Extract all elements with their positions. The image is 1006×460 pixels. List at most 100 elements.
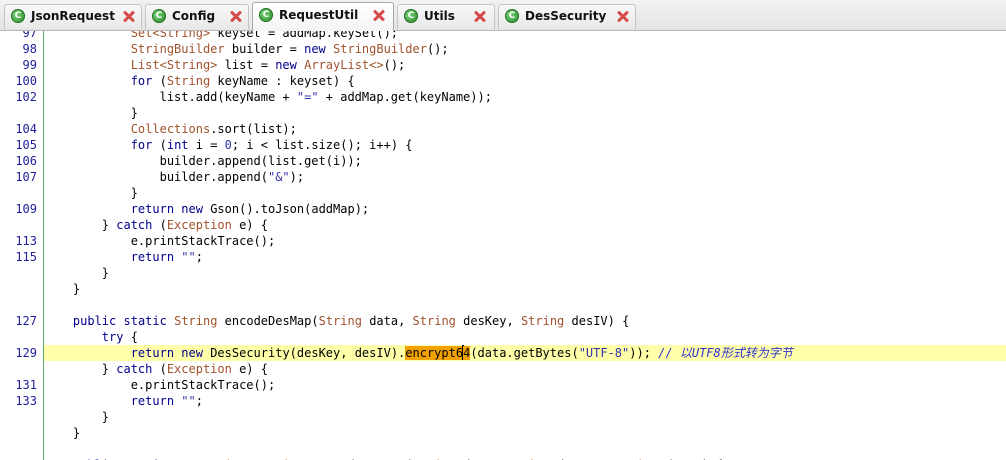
code-line[interactable]: } [44, 105, 1006, 121]
code-token: String [412, 314, 456, 328]
tab-jsonrequest[interactable]: JsonRequest [4, 4, 142, 29]
line-number [0, 105, 37, 121]
close-icon[interactable] [371, 7, 387, 23]
code-line[interactable]: } [44, 281, 1006, 297]
code-token: } [44, 218, 117, 232]
line-number: 129 [15, 346, 37, 360]
close-icon[interactable] [228, 8, 244, 24]
line-number [0, 265, 37, 281]
code-token: builder = [224, 42, 305, 56]
code-token: new [304, 42, 326, 56]
line-number: 106 [15, 154, 37, 168]
close-icon[interactable] [121, 8, 137, 24]
code-token: "&" [267, 170, 290, 184]
java-class-icon [505, 9, 519, 23]
code-token: ); [289, 170, 305, 184]
code-line[interactable]: } [44, 425, 1006, 441]
close-icon[interactable] [615, 8, 631, 24]
code-token: String [520, 314, 565, 328]
code-token: new [181, 346, 203, 360]
code-line[interactable] [44, 441, 1006, 457]
code-token: ; i < list.size(); i++) { [231, 138, 413, 152]
code-token: (data.getBytes( [470, 346, 579, 360]
code-token: for [130, 74, 153, 88]
code-line[interactable]: return ""; [44, 393, 1006, 409]
code-text-area[interactable]: Set<String> keyset = addMap.keySet(); St… [44, 31, 1006, 460]
tab-config[interactable]: Config [145, 4, 249, 29]
code-line[interactable]: } catch (Exception e) { [44, 361, 1006, 377]
code-token: (); [426, 42, 449, 56]
code-line[interactable]: public static String encodeDesMap(String… [44, 313, 1006, 329]
code-token: static [123, 314, 167, 328]
code-token: encodeDesMap( [217, 314, 319, 328]
code-line[interactable]: } [44, 185, 1006, 201]
code-token: return [130, 202, 175, 216]
code-line[interactable]: } [44, 409, 1006, 425]
code-line[interactable]: e.printStackTrace(); [44, 233, 1006, 249]
code-token: (); [383, 58, 406, 72]
line-number: 109 [15, 202, 37, 216]
code-token: e.printStackTrace(); [44, 378, 276, 392]
code-line[interactable]: builder.append("&"); [44, 169, 1006, 185]
line-number [0, 441, 37, 457]
code-token: } [44, 186, 138, 200]
code-line[interactable]: for (String keyName : keyset) { [44, 73, 1006, 89]
close-icon[interactable] [472, 8, 488, 24]
code-line[interactable]: builder.append(list.get(i)); [44, 153, 1006, 169]
code-token: e) { [231, 218, 268, 232]
code-line[interactable]: Set<String> keyset = addMap.keySet(); [44, 31, 1006, 41]
tab-label: Config [172, 9, 216, 23]
tab-utils[interactable]: Utils [397, 4, 495, 29]
code-token: data, [361, 314, 413, 328]
code-token: String [174, 314, 218, 328]
code-line[interactable]: try { [44, 329, 1006, 345]
code-line[interactable]: for (int i = 0; i < list.size(); i++) { [44, 137, 1006, 153]
java-class-icon [259, 8, 273, 22]
line-number: 102 [15, 90, 37, 104]
line-number [0, 425, 37, 441]
code-editor[interactable]: 97 98 99 100 102 104 105 106 107 109 113 115 127 129 1… [0, 31, 1006, 460]
tab-requestutil[interactable]: RequestUtil [252, 2, 394, 31]
code-token: ( [152, 138, 167, 152]
line-number: 105 [15, 138, 37, 152]
line-number: 113 [15, 234, 37, 248]
code-token: } [44, 410, 110, 424]
line-number: 98 [22, 42, 37, 56]
code-token: e) { [231, 362, 268, 376]
line-number: 115 [15, 250, 37, 264]
code-line[interactable]: return ""; [44, 249, 1006, 265]
line-number [0, 361, 37, 377]
tab-dessecurity[interactable]: DesSecurity [498, 4, 636, 29]
code-line[interactable] [44, 297, 1006, 313]
code-token: for [130, 138, 153, 152]
code-line[interactable]: e.printStackTrace(); [44, 377, 1006, 393]
code-token: ArrayList<> [304, 58, 384, 72]
code-token: List<String> [130, 58, 218, 72]
code-line[interactable]: } catch (Exception e) { [44, 217, 1006, 233]
code-token: Collections [130, 122, 211, 136]
line-number: 107 [15, 170, 37, 184]
code-line[interactable]: } [44, 265, 1006, 281]
code-line[interactable]: Collections.sort(list); [44, 121, 1006, 137]
code-token: keyName : keyset) { [210, 74, 355, 88]
code-line[interactable]: List<String> list = new ArrayList<>(); [44, 57, 1006, 73]
code-token: list = [217, 58, 276, 72]
code-line[interactable]: return new Gson().toJson(addMap); [44, 201, 1006, 217]
code-token: "UTF-8" [578, 346, 630, 360]
line-number [0, 409, 37, 425]
code-token: Set<String> [130, 31, 211, 40]
code-token: keyset = addMap.keySet(); [210, 31, 399, 40]
tab-label: DesSecurity [525, 9, 607, 23]
code-line[interactable]: StringBuilder builder = new StringBuilde… [44, 41, 1006, 57]
code-line[interactable]: list.add(keyName + "=" + addMap.get(keyN… [44, 89, 1006, 105]
current-code-line[interactable]: return new DesSecurity(desKey, desIV).en… [44, 345, 1006, 361]
line-number [0, 297, 37, 313]
code-token: 0 [224, 138, 232, 152]
